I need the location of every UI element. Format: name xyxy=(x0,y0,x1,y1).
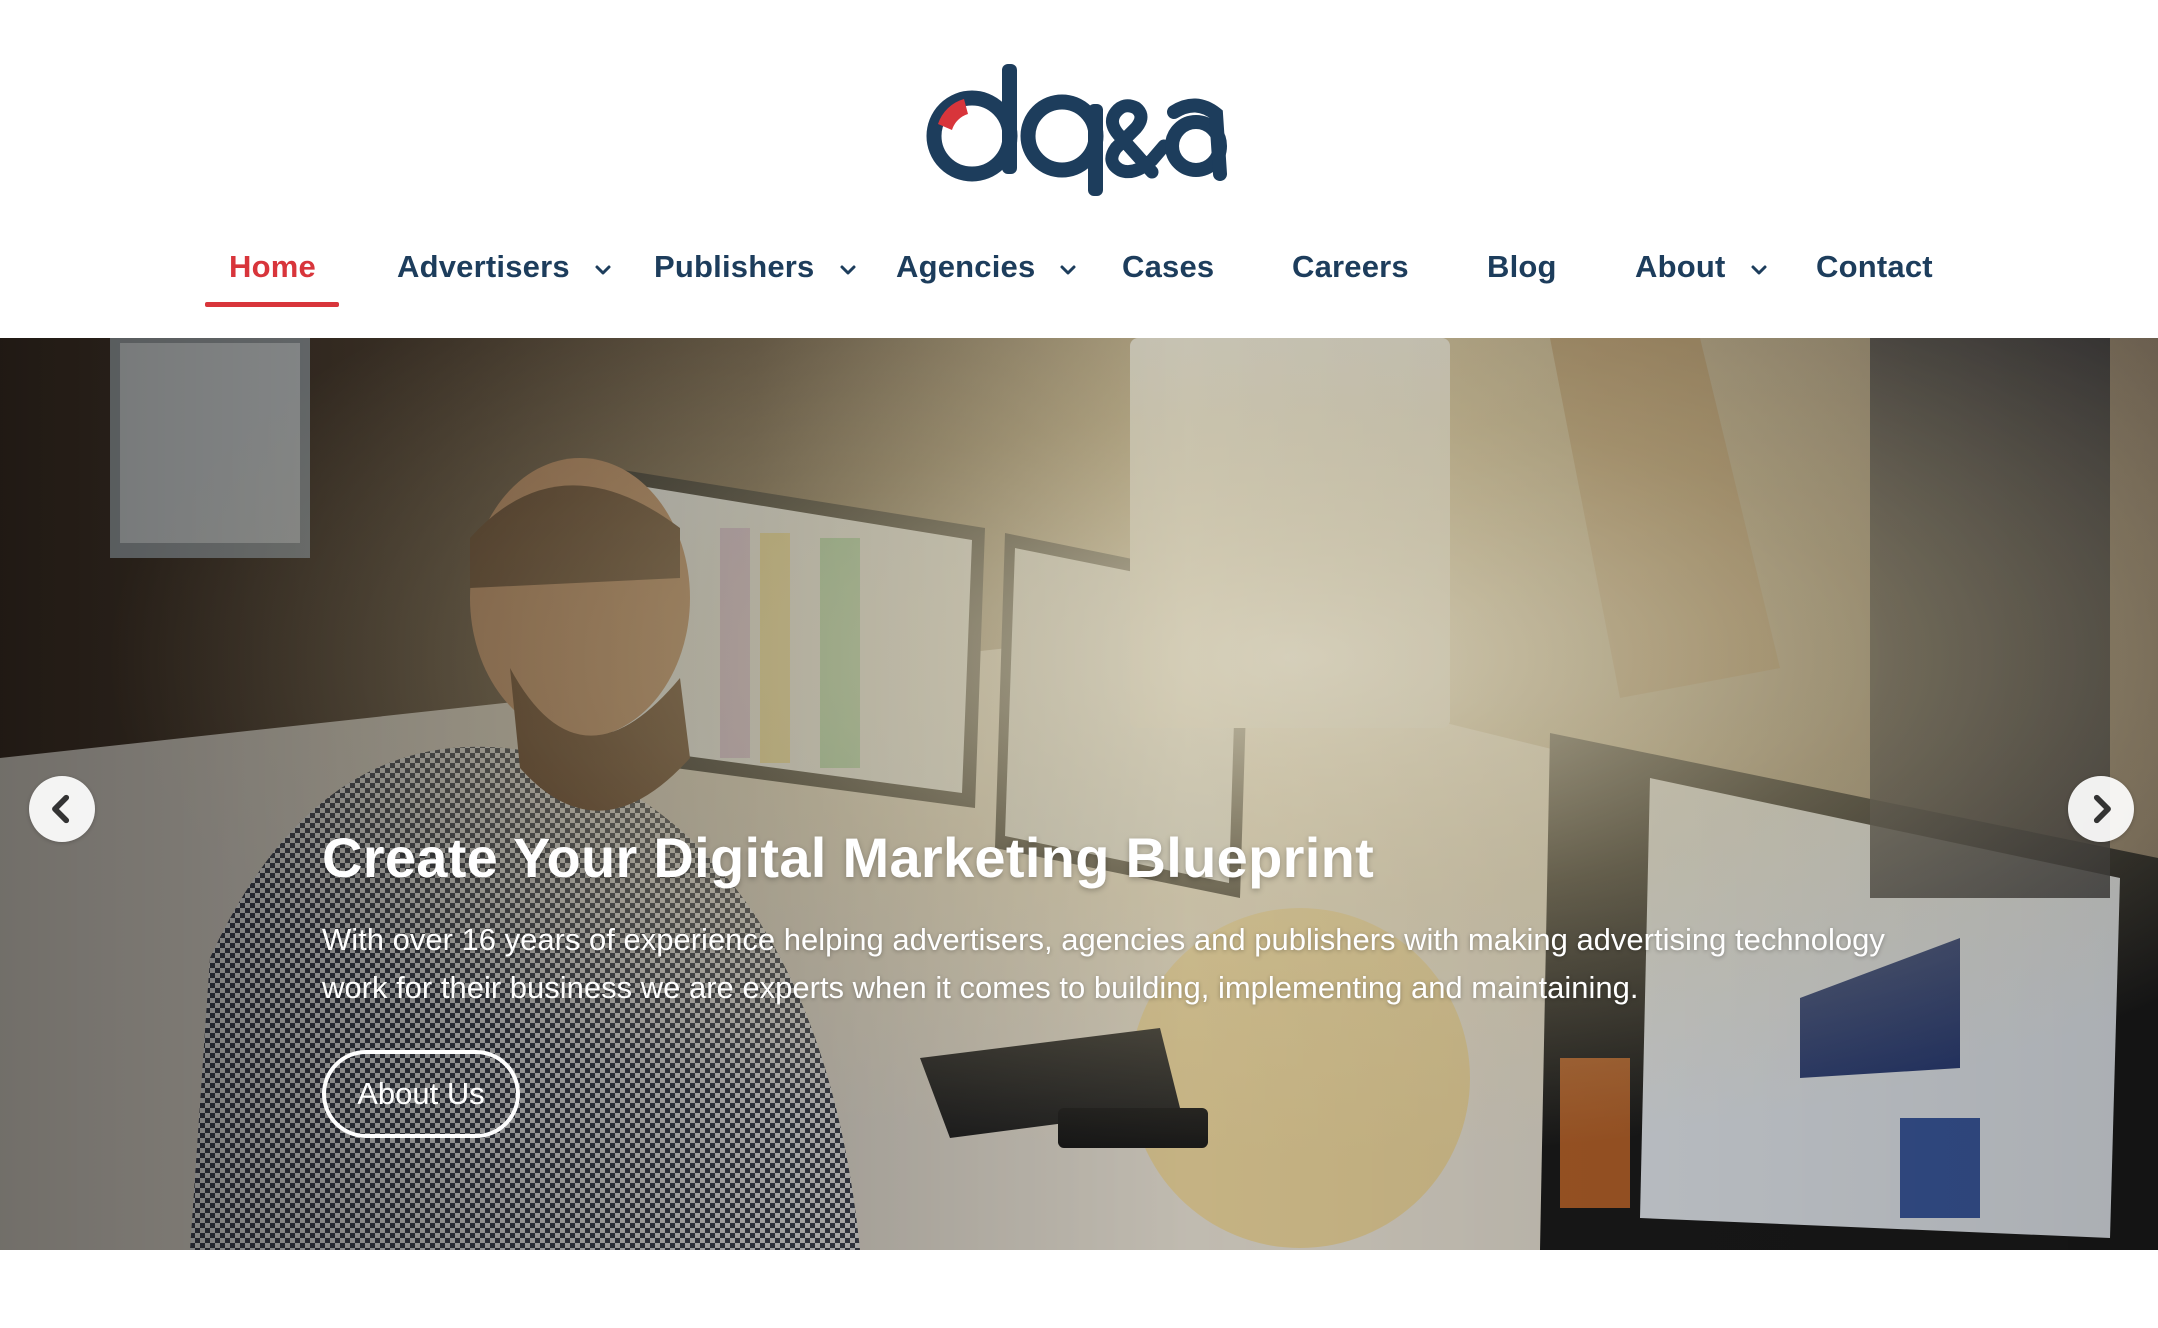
nav-item-label: Careers xyxy=(1292,249,1409,284)
hero-title: Create Your Digital Marketing Blueprint xyxy=(322,826,1375,889)
site-logo[interactable] xyxy=(920,48,1240,198)
nav-item-label: Contact xyxy=(1816,249,1933,284)
chevron-left-icon xyxy=(52,794,70,824)
nav-item-label: About xyxy=(1635,249,1726,284)
nav-item-publishers[interactable]: Publishers xyxy=(654,222,861,312)
active-nav-indicator xyxy=(205,302,339,307)
site-header: Home Advertisers Publishers Agencies Cas… xyxy=(0,0,2158,338)
slider-next-button[interactable] xyxy=(2068,776,2134,842)
chevron-right-icon xyxy=(2093,794,2111,824)
chevron-down-icon xyxy=(835,257,861,283)
chevron-down-icon xyxy=(1746,257,1772,283)
dqa-logo-icon xyxy=(926,64,1227,196)
nav-item-label: Home xyxy=(229,249,316,284)
nav-item-label: Publishers xyxy=(654,249,815,284)
nav-item-label: Cases xyxy=(1122,249,1215,284)
chevron-down-icon xyxy=(590,257,616,283)
page-below-hero xyxy=(0,1250,2158,1328)
slider-prev-button[interactable] xyxy=(29,776,95,842)
nav-item-blog[interactable]: Blog xyxy=(1487,222,1557,312)
nav-item-home[interactable]: Home xyxy=(229,222,316,312)
about-us-button[interactable]: About Us xyxy=(322,1050,520,1139)
nav-item-label: Blog xyxy=(1487,249,1557,284)
nav-item-label: Advertisers xyxy=(397,249,570,284)
hero-description: With over 16 years of experience helping… xyxy=(322,922,1885,1006)
nav-item-advertisers[interactable]: Advertisers xyxy=(397,222,616,312)
nav-item-agencies[interactable]: Agencies xyxy=(896,222,1081,312)
hero-content: Create Your Digital Marketing Blueprint … xyxy=(322,826,1942,1139)
nav-item-about[interactable]: About xyxy=(1635,222,1772,312)
nav-item-contact[interactable]: Contact xyxy=(1816,222,1933,312)
main-nav: Home Advertisers Publishers Agencies Cas… xyxy=(0,222,2158,312)
chevron-down-icon xyxy=(1055,257,1081,283)
nav-item-careers[interactable]: Careers xyxy=(1292,222,1409,312)
hero-slider: Create Your Digital Marketing Blueprint … xyxy=(0,338,2158,1250)
nav-item-label: Agencies xyxy=(896,249,1036,284)
nav-item-cases[interactable]: Cases xyxy=(1122,222,1214,312)
